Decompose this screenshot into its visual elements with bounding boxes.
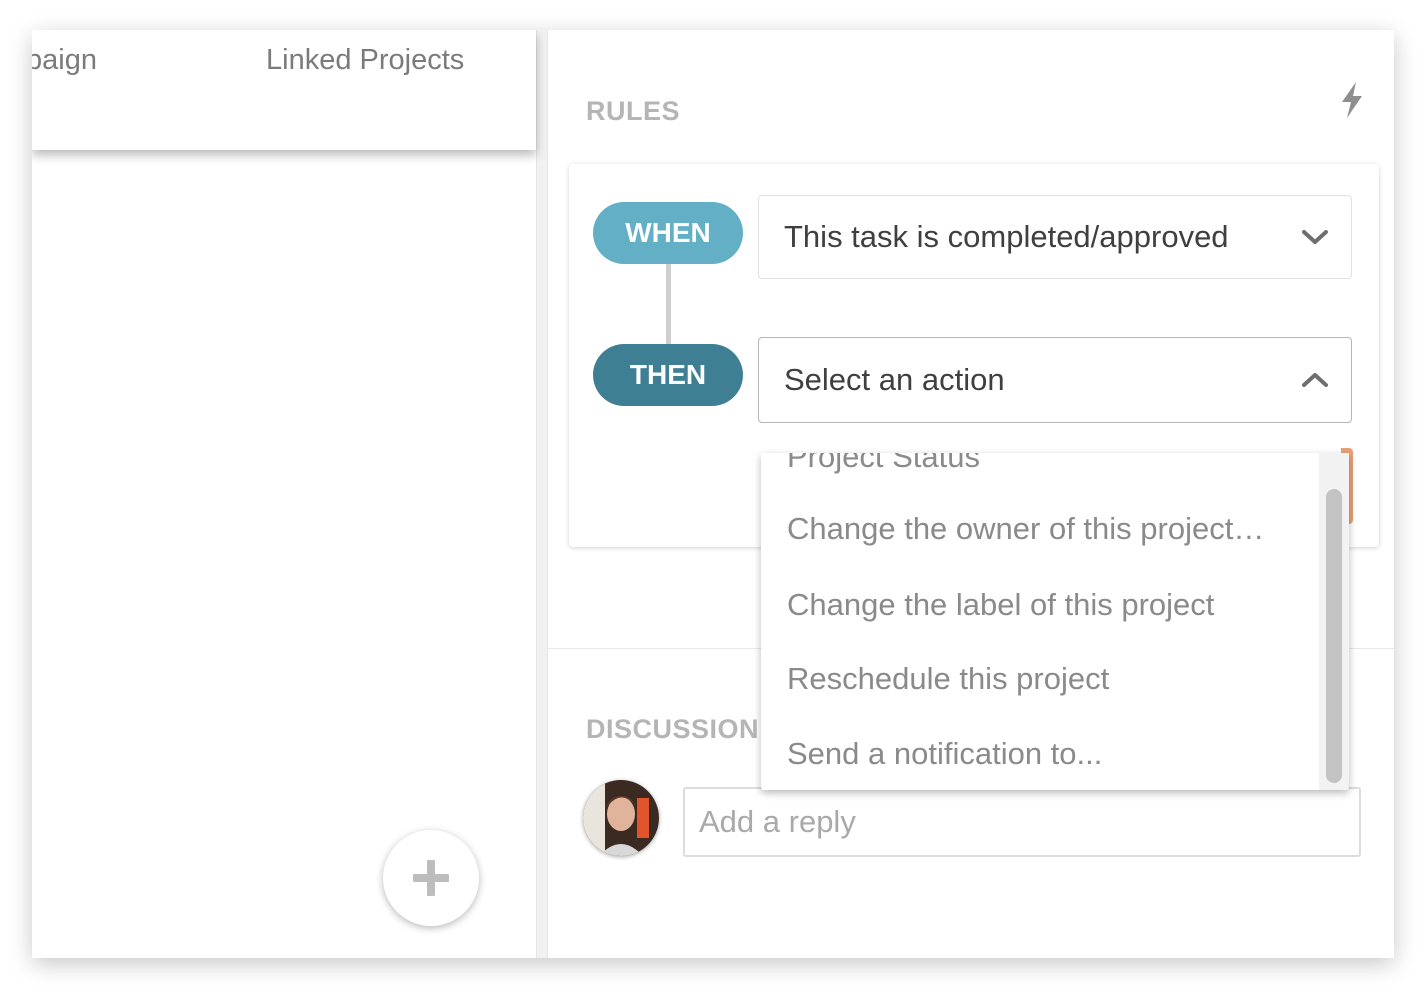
avatar[interactable] <box>583 780 659 856</box>
dropdown-option[interactable]: Send a notification to... <box>787 736 1102 772</box>
user-photo <box>583 780 659 856</box>
lightning-bolt-icon[interactable] <box>1336 80 1368 120</box>
add-button[interactable] <box>383 830 479 926</box>
dropdown-option[interactable]: Change the owner of this project… <box>787 511 1264 547</box>
scrollbar-thumb[interactable] <box>1326 489 1342 783</box>
action-dropdown-menu: Project Status Change the owner of this … <box>761 453 1349 790</box>
dropdown-option[interactable]: Project Status <box>787 453 980 475</box>
dropdown-scrollbar[interactable] <box>1319 453 1349 790</box>
reply-input[interactable] <box>683 787 1361 857</box>
tab-linked-projects[interactable]: Linked Projects <box>266 44 464 77</box>
when-trigger-select[interactable]: This task is completed/approved <box>758 195 1352 279</box>
chevron-up-icon <box>1302 373 1328 387</box>
discussion-title: DISCUSSION <box>586 714 760 744</box>
action-options-list: Project Status Change the owner of this … <box>761 453 1319 790</box>
dropdown-option[interactable]: Reschedule this project <box>787 661 1109 697</box>
pane-divider[interactable] <box>536 30 548 958</box>
plus-icon <box>413 860 449 896</box>
rules-title: RULES <box>586 96 681 126</box>
then-action-value: Select an action <box>784 362 1005 397</box>
rule-connector <box>666 264 671 344</box>
then-pill: THEN <box>593 344 743 406</box>
tabs-header: paign Linked Projects <box>32 30 536 150</box>
left-pane: paign Linked Projects <box>32 30 536 958</box>
when-trigger-value: This task is completed/approved <box>784 219 1229 254</box>
when-pill: WHEN <box>593 202 743 264</box>
dropdown-option[interactable]: Change the label of this project <box>787 587 1214 623</box>
then-action-select[interactable]: Select an action <box>758 337 1352 423</box>
tab-campaign[interactable]: paign <box>32 44 97 77</box>
chevron-down-icon <box>1302 230 1328 244</box>
app-window: paign Linked Projects RULES WHEN THEN Th… <box>32 30 1394 958</box>
